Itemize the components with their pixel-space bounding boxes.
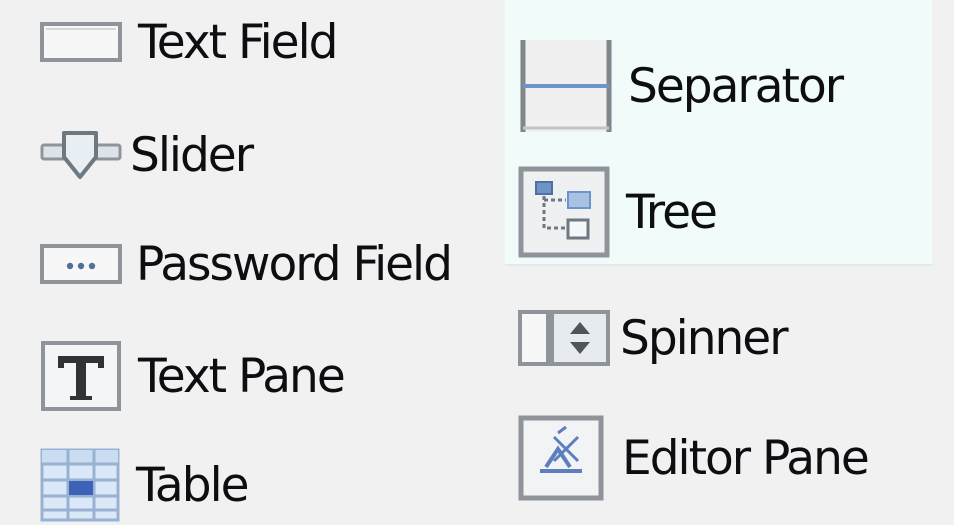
tree-icon (518, 166, 610, 258)
table-icon (40, 448, 120, 522)
palette-item-label: Tree (626, 184, 718, 240)
palette-item-text-pane[interactable]: Text Pane (40, 336, 346, 416)
palette-item-spinner[interactable]: Spinner (518, 298, 789, 378)
palette-item-text-field[interactable]: Text Field (40, 2, 338, 82)
palette-item-table[interactable]: Table (40, 445, 250, 525)
separator-icon (518, 38, 614, 134)
palette-item-password-field[interactable]: Password Field (40, 224, 453, 304)
palette-item-editor-pane[interactable]: Editor Pane (518, 412, 870, 504)
spinner-icon (518, 302, 610, 374)
editor-pane-icon (518, 415, 604, 501)
palette-item-slider[interactable]: Slider (40, 115, 254, 195)
palette-item-separator[interactable]: Separator (518, 36, 844, 136)
palette-item-label: Spinner (620, 310, 789, 366)
password-field-icon (40, 239, 122, 289)
slider-icon (40, 125, 122, 185)
palette-item-label: Text Field (138, 14, 338, 70)
palette-item-label: Slider (130, 127, 254, 183)
palette-item-label: Table (136, 457, 250, 513)
palette-item-label: Text Pane (138, 348, 346, 404)
palette-item-label: Password Field (136, 236, 453, 292)
text-field-icon (40, 17, 122, 67)
text-pane-icon (40, 340, 122, 412)
palette-item-label: Separator (628, 58, 844, 114)
palette-item-tree[interactable]: Tree (518, 166, 718, 258)
palette-item-label: Editor Pane (622, 430, 870, 486)
